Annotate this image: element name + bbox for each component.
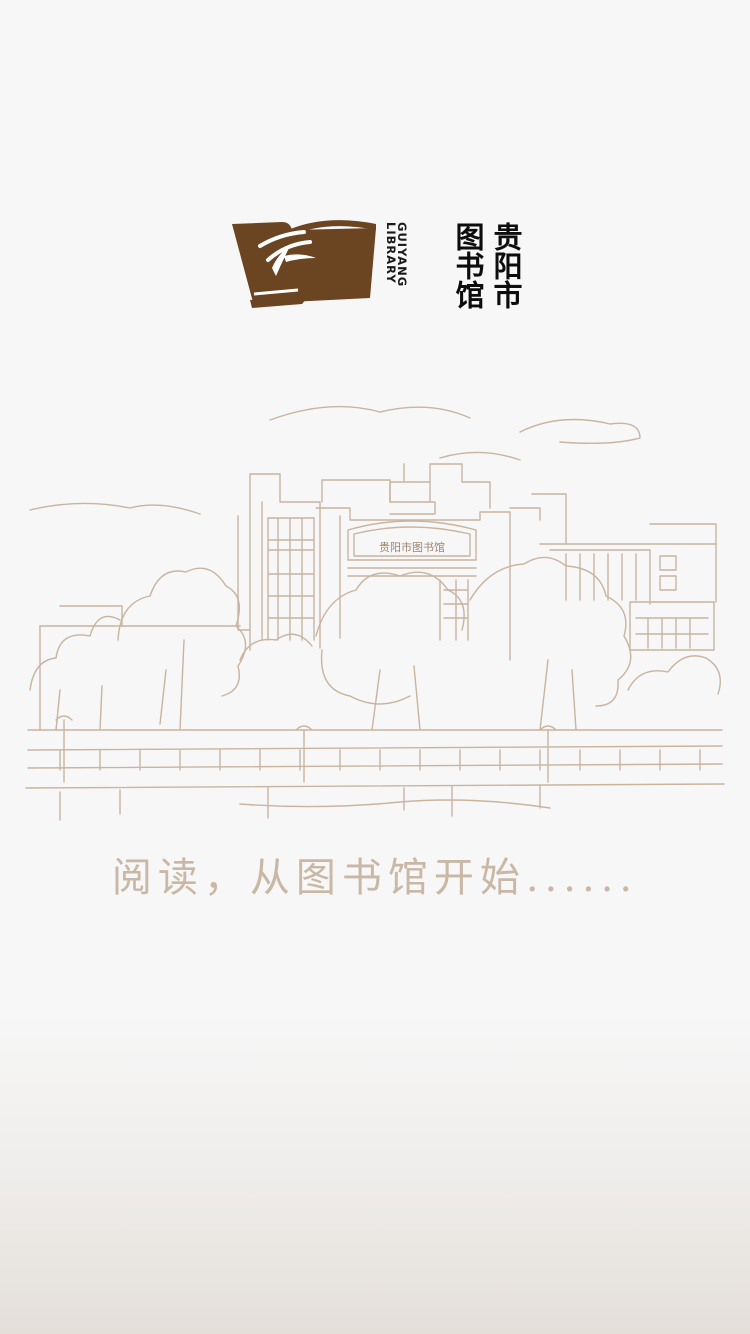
slogan-text: 阅读，从图书馆开始...... <box>111 855 639 901</box>
library-building-sketch: 贵阳市图书馆 <box>25 405 725 821</box>
open-book-with-bamboo-icon <box>232 220 376 308</box>
logo-chinese-name: 贵阳市图书馆 <box>451 222 523 309</box>
logo-english-name: GUIYANG LIBRARY <box>384 222 409 288</box>
splash-screen: GUIYANG LIBRARY 贵阳市图书馆 贵阳市图书馆 阅读，从图书馆开始.… <box>0 0 750 1334</box>
building-sign-text: 贵阳市图书馆 <box>379 540 445 554</box>
